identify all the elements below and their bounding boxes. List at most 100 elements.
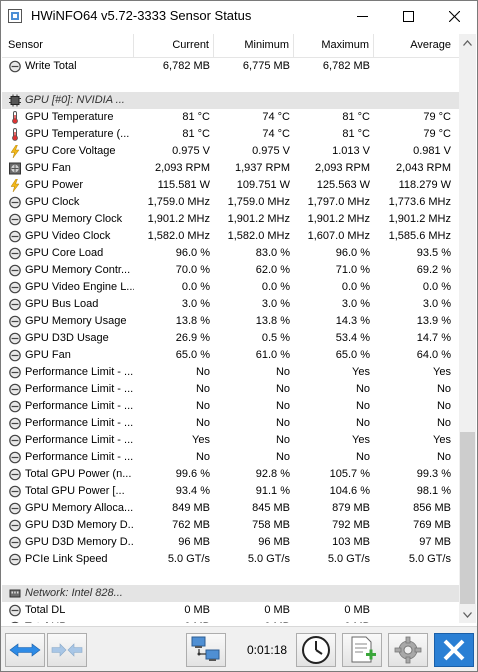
maximum-value: 125.563 W <box>316 179 370 191</box>
start-logging-button[interactable] <box>342 633 382 667</box>
expand-columns-button[interactable] <box>5 633 45 667</box>
sensor-row[interactable]: GPU Video Clock 1,582.0 MHz 1,582.0 MHz 1,6… <box>2 228 459 245</box>
maximum-value: Yes <box>352 366 370 378</box>
sensor-row[interactable]: GPU Temperature 81 °C 74 °C 81 °C 79 °C <box>2 109 459 126</box>
minimum-value: 0 MB <box>264 604 290 616</box>
sensor-row[interactable]: Performance Limit - ... No No No No <box>2 449 459 466</box>
collapse-columns-button[interactable] <box>47 633 87 667</box>
current-value: 1,582.0 MHz <box>147 230 210 242</box>
close-button[interactable] <box>431 1 477 31</box>
average-value: 1,585.6 MHz <box>388 230 451 242</box>
sensor-row[interactable]: GPU Memory Usage 13.8 % 13.8 % 14.3 % 13.9 % <box>2 313 459 330</box>
current-value: 0 MB <box>134 619 214 623</box>
sensor-name: GPU Video Engine L... <box>25 281 134 293</box>
settings-button[interactable] <box>388 633 428 667</box>
sensor-row[interactable]: GPU Memory Contr... 70.0 % 62.0 % 71.0 % 69.… <box>2 262 459 279</box>
maximum-value: 53.4 % <box>335 332 370 344</box>
average-value <box>374 619 459 623</box>
current-value: 0 MB <box>184 604 210 616</box>
sensor-name: GPU Power <box>25 179 84 191</box>
vertical-scrollbar[interactable] <box>459 34 476 623</box>
average-value: 64.0 % <box>416 349 451 361</box>
sensor-row[interactable]: GPU Temperature (... 81 °C 74 °C 81 °C 79 °C <box>2 126 459 143</box>
scroll-thumb[interactable] <box>460 432 475 604</box>
sensor-row[interactable]: Performance Limit - ... No No No No <box>2 415 459 432</box>
current-value: 70.0 % <box>175 264 210 276</box>
elapsed-timer: 0:01:18 <box>247 643 288 657</box>
column-header-maximum[interactable]: Maximum <box>294 34 374 57</box>
reset-min-max-button[interactable] <box>296 633 336 667</box>
sensor-row[interactable]: Performance Limit - ... No No No No <box>2 381 459 398</box>
hwinfo-app-icon <box>8 9 22 23</box>
current-value: No <box>195 366 210 378</box>
sensor-group-row[interactable]: GPU [#0]: NVIDIA ... <box>2 92 459 109</box>
sensor-row[interactable]: GPU Clock 1,759.0 MHz 1,759.0 MHz 1,797.0 M… <box>2 194 459 211</box>
column-header-minimum[interactable]: Minimum <box>214 34 294 57</box>
sensor-row[interactable]: Performance Limit - ... Yes No Yes Yes <box>2 432 459 449</box>
average-value: 69.2 % <box>416 264 451 276</box>
sensor-row[interactable]: GPU D3D Usage 26.9 % 0.5 % 53.4 % 14.7 % <box>2 330 459 347</box>
maximum-value: No <box>355 400 370 412</box>
sensor-row[interactable]: Total DL 0 MB 0 MB 0 MB <box>2 602 459 619</box>
minimum-value: 62.0 % <box>255 264 290 276</box>
network-logging-button[interactable] <box>186 633 226 667</box>
current-value: 1,759.0 MHz <box>147 196 210 208</box>
sensor-name: Write Total <box>25 60 77 72</box>
current-value: Yes <box>192 434 210 446</box>
sensor-row[interactable]: GPU Core Voltage 0.975 V 0.975 V 1.013 V 0.9… <box>2 143 459 160</box>
sensor-row[interactable]: Performance Limit - ... No No No No <box>2 398 459 415</box>
minimize-button[interactable] <box>339 1 385 31</box>
sensor-row[interactable]: GPU Video Engine L... 0.0 % 0.0 % 0.0 % 0.0 … <box>2 279 459 296</box>
minimum-value: 1,937 RPM <box>234 162 290 174</box>
maximum-value: No <box>355 417 370 429</box>
minimum-value: 0.0 % <box>261 281 290 293</box>
sensor-name: Performance Limit - ... <box>25 383 134 395</box>
column-header-current-label: Current <box>172 39 209 51</box>
current-value: 5.0 GT/s <box>167 553 210 565</box>
sensor-row[interactable]: GPU Power 115.581 W 109.751 W 125.563 W 118.… <box>2 177 459 194</box>
sensor-row[interactable]: Total GPU Power [... 93.4 % 91.1 % 104.6 % 9… <box>2 483 459 500</box>
sensor-name: GPU Memory Alloca... <box>25 502 134 514</box>
column-header-current[interactable]: Current <box>134 34 214 57</box>
sensor-row[interactable]: GPU D3D Memory D... 762 MB 758 MB 792 MB 769… <box>2 517 459 534</box>
column-header-average-label: Average <box>410 39 451 51</box>
average-value: 1,901.2 MHz <box>388 213 451 225</box>
current-value: 81 °C <box>182 111 210 123</box>
scroll-up-button[interactable] <box>459 34 476 51</box>
maximize-button[interactable] <box>385 1 431 31</box>
column-header-sensor[interactable]: Sensor <box>2 34 134 57</box>
scroll-down-button[interactable] <box>459 606 476 623</box>
maximum-value: 5.0 GT/s <box>327 553 370 565</box>
minimum-value: 0 MB <box>214 619 294 623</box>
sensor-group-row[interactable]: Network: Intel 828... <box>2 585 459 602</box>
minimum-value: 96 MB <box>258 536 290 548</box>
sensor-row[interactable]: GPU Fan 2,093 RPM 1,937 RPM 2,093 RPM 2,043 … <box>2 160 459 177</box>
sensor-row[interactable]: Total UP0 MB0 MB0 MB <box>2 619 459 623</box>
sensor-name: GPU Bus Load <box>25 298 99 310</box>
sensor-row[interactable]: PCIe Link Speed 5.0 GT/s 5.0 GT/s 5.0 GT/s 5… <box>2 551 459 568</box>
sensor-row[interactable]: Total GPU Power (n... 99.6 % 92.8 % 105.7 %… <box>2 466 459 483</box>
current-value: 26.9 % <box>175 332 210 344</box>
sensor-row[interactable]: GPU D3D Memory D... 96 MB 96 MB 103 MB 97 MB <box>2 534 459 551</box>
sensor-row[interactable]: GPU Core Load 96.0 % 83.0 % 96.0 % 93.5 % <box>2 245 459 262</box>
title-bar[interactable]: HWiNFO64 v5.72-3333 Sensor Status <box>1 1 477 31</box>
minimum-value: 74 °C <box>262 128 290 140</box>
column-header-average[interactable]: Average <box>374 34 459 57</box>
average-value: 0.0 % <box>422 281 451 293</box>
sensor-row[interactable]: GPU Bus Load 3.0 % 3.0 % 3.0 % 3.0 % <box>2 296 459 313</box>
minimum-value: 845 MB <box>252 502 290 514</box>
sensor-row[interactable]: Performance Limit - ... No No Yes Yes <box>2 364 459 381</box>
sensor-row[interactable]: Write Total 6,782 MB 6,775 MB 6,782 MB <box>2 58 459 75</box>
close-sensors-button[interactable] <box>434 633 474 667</box>
sensor-row[interactable]: GPU Memory Clock 1,901.2 MHz 1,901.2 MHz 1,… <box>2 211 459 228</box>
minimum-value: 83.0 % <box>255 247 290 259</box>
average-value <box>374 602 459 619</box>
sensor-name: Performance Limit - ... <box>25 417 134 429</box>
sensor-row[interactable]: GPU Memory Alloca... 849 MB 845 MB 879 MB 85… <box>2 500 459 517</box>
sensor-row[interactable]: GPU Fan 65.0 % 61.0 % 65.0 % 64.0 % <box>2 347 459 364</box>
network-computers-icon <box>191 636 220 661</box>
minimum-value: 1,901.2 MHz <box>227 213 290 225</box>
maximum-value: 1,901.2 MHz <box>307 213 370 225</box>
average-value: 14.7 % <box>416 332 451 344</box>
sensor-table: Sensor Current Minimum Maximum Average W… <box>2 34 459 623</box>
